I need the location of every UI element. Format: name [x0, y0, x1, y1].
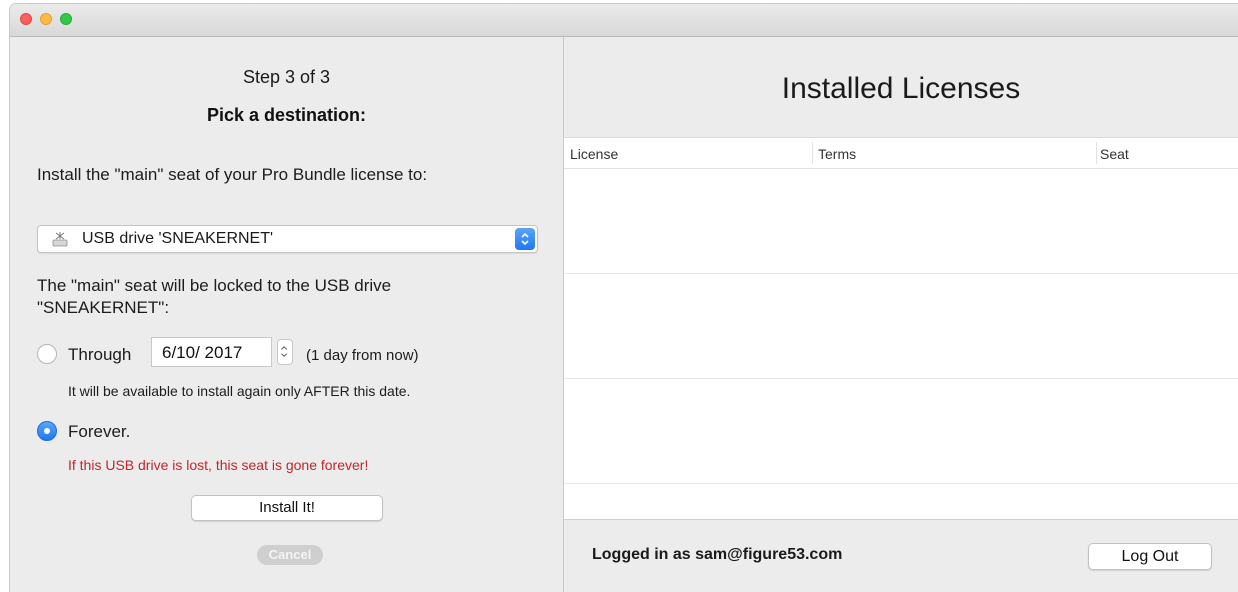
step-indicator: Step 3 of 3 — [242, 67, 331, 87]
close-window-button[interactable] — [20, 13, 32, 25]
destination-select[interactable]: USB drive 'SNEAKERNET' — [37, 225, 538, 253]
minimize-window-button[interactable] — [40, 13, 52, 25]
app-window: Step 3 of 3 Pick a destination: Install … — [10, 4, 1238, 592]
through-date-field[interactable]: 6/10/ 2017 — [151, 337, 272, 367]
column-divider[interactable] — [1096, 142, 1097, 164]
usb-drive-icon — [52, 232, 68, 247]
select-stepper-icon[interactable] — [515, 228, 535, 250]
cancel-button[interactable]: Cancel — [257, 545, 323, 565]
title-bar[interactable] — [10, 4, 1238, 37]
table-header: License Terms Seat — [564, 138, 1238, 169]
row-separator — [564, 378, 1238, 379]
destination-value: USB drive 'SNEAKERNET' — [82, 230, 274, 247]
wizard-heading: Pick a destination: — [206, 105, 367, 125]
forever-warning: If this USB drive is lost, this seat is … — [68, 457, 369, 473]
install-button[interactable]: Install It! — [191, 495, 383, 521]
logout-button[interactable]: Log Out — [1088, 543, 1212, 570]
installed-licenses-title: Installed Licenses — [781, 72, 1021, 105]
installed-licenses-panel: Installed Licenses License Terms Seat Lo… — [564, 37, 1238, 592]
forever-label: Forever. — [68, 422, 131, 441]
through-radio[interactable] — [37, 344, 57, 364]
date-stepper[interactable] — [277, 339, 293, 365]
column-header-license[interactable]: License — [570, 146, 618, 162]
forever-radio[interactable] — [37, 421, 57, 441]
zoom-window-button[interactable] — [60, 13, 72, 25]
install-wizard-panel: Step 3 of 3 Pick a destination: Install … — [10, 37, 564, 592]
through-label: Through — [68, 345, 132, 364]
license-table[interactable]: License Terms Seat — [564, 137, 1238, 520]
column-header-terms[interactable]: Terms — [818, 146, 856, 162]
row-separator — [564, 273, 1238, 274]
row-separator — [564, 483, 1238, 484]
install-prompt: Install the "main" seat of your Pro Bund… — [37, 165, 428, 184]
column-header-seat[interactable]: Seat — [1100, 146, 1129, 162]
lock-description: The "main" seat will be locked to the US… — [37, 276, 392, 317]
column-divider[interactable] — [812, 142, 813, 164]
account-footer: Logged in as sam@figure53.com Log Out — [564, 519, 1238, 592]
logged-in-status: Logged in as sam@figure53.com — [592, 546, 843, 563]
availability-note: It will be available to install again on… — [68, 383, 411, 399]
relative-date-text: (1 day from now) — [306, 347, 419, 364]
